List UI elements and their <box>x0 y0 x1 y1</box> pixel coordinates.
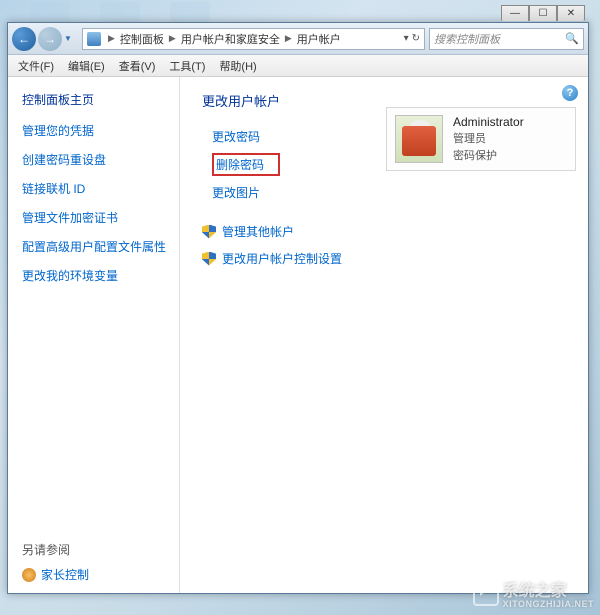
minimize-button[interactable]: — <box>501 5 529 21</box>
account-name: Administrator <box>453 115 524 129</box>
breadcrumb[interactable]: ▶ 控制面板 ▶ 用户帐户和家庭安全 ▶ 用户帐户 ▾ ↻ <box>82 28 425 50</box>
search-placeholder: 搜索控制面板 <box>434 31 500 47</box>
sidebar-link-env-variables[interactable]: 更改我的环境变量 <box>22 267 167 284</box>
window-controls: — ☐ ✕ <box>501 5 585 21</box>
watermark-logo-icon <box>473 580 499 606</box>
nav-forward-button[interactable]: → <box>38 27 62 51</box>
sidebar-see-also-title: 另请参阅 <box>22 541 167 558</box>
account-role: 管理员 <box>453 130 524 146</box>
link-label: 管理其他帐户 <box>222 223 294 240</box>
watermark-text: 系统之家 <box>503 583 567 600</box>
location-icon <box>87 32 101 46</box>
chevron-right-icon: ▶ <box>166 33 179 44</box>
breadcrumb-user-accounts[interactable]: 用户帐户 <box>295 31 343 47</box>
account-protection: 密码保护 <box>453 147 524 163</box>
close-button[interactable]: ✕ <box>557 5 585 21</box>
desktop-icons <box>0 2 210 22</box>
menu-edit[interactable]: 编辑(E) <box>64 56 109 76</box>
content-area: 控制面板主页 管理您的凭据 创建密码重设盘 链接联机 ID 管理文件加密证书 配… <box>8 77 588 593</box>
sidebar-link-link-online-id[interactable]: 链接联机 ID <box>22 180 167 197</box>
shield-icon <box>202 225 216 239</box>
nav-history-dropdown[interactable]: ▼ <box>64 34 76 43</box>
sidebar-link-advanced-profile[interactable]: 配置高级用户配置文件属性 <box>22 238 167 255</box>
action-change-picture[interactable]: 更改图片 <box>212 184 572 201</box>
menu-bar: 文件(F) 编辑(E) 查看(V) 工具(T) 帮助(H) <box>8 55 588 77</box>
sidebar-link-manage-credentials[interactable]: 管理您的凭据 <box>22 122 167 139</box>
menu-view[interactable]: 查看(V) <box>115 56 160 76</box>
avatar <box>395 115 443 163</box>
breadcrumb-user-accounts-family[interactable]: 用户帐户和家庭安全 <box>179 31 282 47</box>
shield-icon <box>202 252 216 266</box>
account-card: Administrator 管理员 密码保护 <box>386 107 576 171</box>
action-delete-password[interactable]: 删除密码 <box>212 153 280 176</box>
sidebar-link-manage-certificates[interactable]: 管理文件加密证书 <box>22 209 167 226</box>
watermark-subtext: XITONGZHIJIA.NET <box>503 599 594 609</box>
sidebar-link-parental-controls[interactable]: 家长控制 <box>22 566 167 583</box>
help-icon[interactable]: ? <box>562 85 578 101</box>
menu-help[interactable]: 帮助(H) <box>215 56 260 76</box>
menu-file[interactable]: 文件(F) <box>14 56 58 76</box>
breadcrumb-control-panel[interactable]: 控制面板 <box>118 31 166 47</box>
watermark: 系统之家 XITONGZHIJIA.NET <box>473 577 594 609</box>
chevron-right-icon: ▶ <box>282 33 295 44</box>
chevron-right-icon: ▶ <box>105 33 118 44</box>
nav-back-button[interactable]: ← <box>12 27 36 51</box>
parental-controls-icon <box>22 568 36 582</box>
sidebar-title[interactable]: 控制面板主页 <box>22 91 167 108</box>
search-input[interactable]: 搜索控制面板 🔍 <box>429 28 584 50</box>
link-uac-settings[interactable]: 更改用户帐户控制设置 <box>202 250 572 267</box>
search-icon[interactable]: 🔍 <box>565 32 579 45</box>
sidebar-link-label: 家长控制 <box>41 566 89 583</box>
link-label: 更改用户帐户控制设置 <box>222 250 342 267</box>
refresh-icon[interactable]: ↻ <box>412 33 420 44</box>
sidebar-link-password-reset-disk[interactable]: 创建密码重设盘 <box>22 151 167 168</box>
maximize-button[interactable]: ☐ <box>529 5 557 21</box>
link-manage-other-accounts[interactable]: 管理其他帐户 <box>202 223 572 240</box>
navigation-bar: ← → ▼ ▶ 控制面板 ▶ 用户帐户和家庭安全 ▶ 用户帐户 ▾ ↻ 搜索控制… <box>8 23 588 55</box>
sidebar: 控制面板主页 管理您的凭据 创建密码重设盘 链接联机 ID 管理文件加密证书 配… <box>8 77 180 593</box>
main-panel: ? 更改用户帐户 更改密码 删除密码 更改图片 管理其他帐户 更改用户帐户控制设… <box>180 77 588 593</box>
menu-tools[interactable]: 工具(T) <box>165 56 209 76</box>
control-panel-window: — ☐ ✕ ← → ▼ ▶ 控制面板 ▶ 用户帐户和家庭安全 ▶ 用户帐户 ▾ … <box>7 22 589 594</box>
chevron-down-icon[interactable]: ▾ <box>404 33 409 44</box>
